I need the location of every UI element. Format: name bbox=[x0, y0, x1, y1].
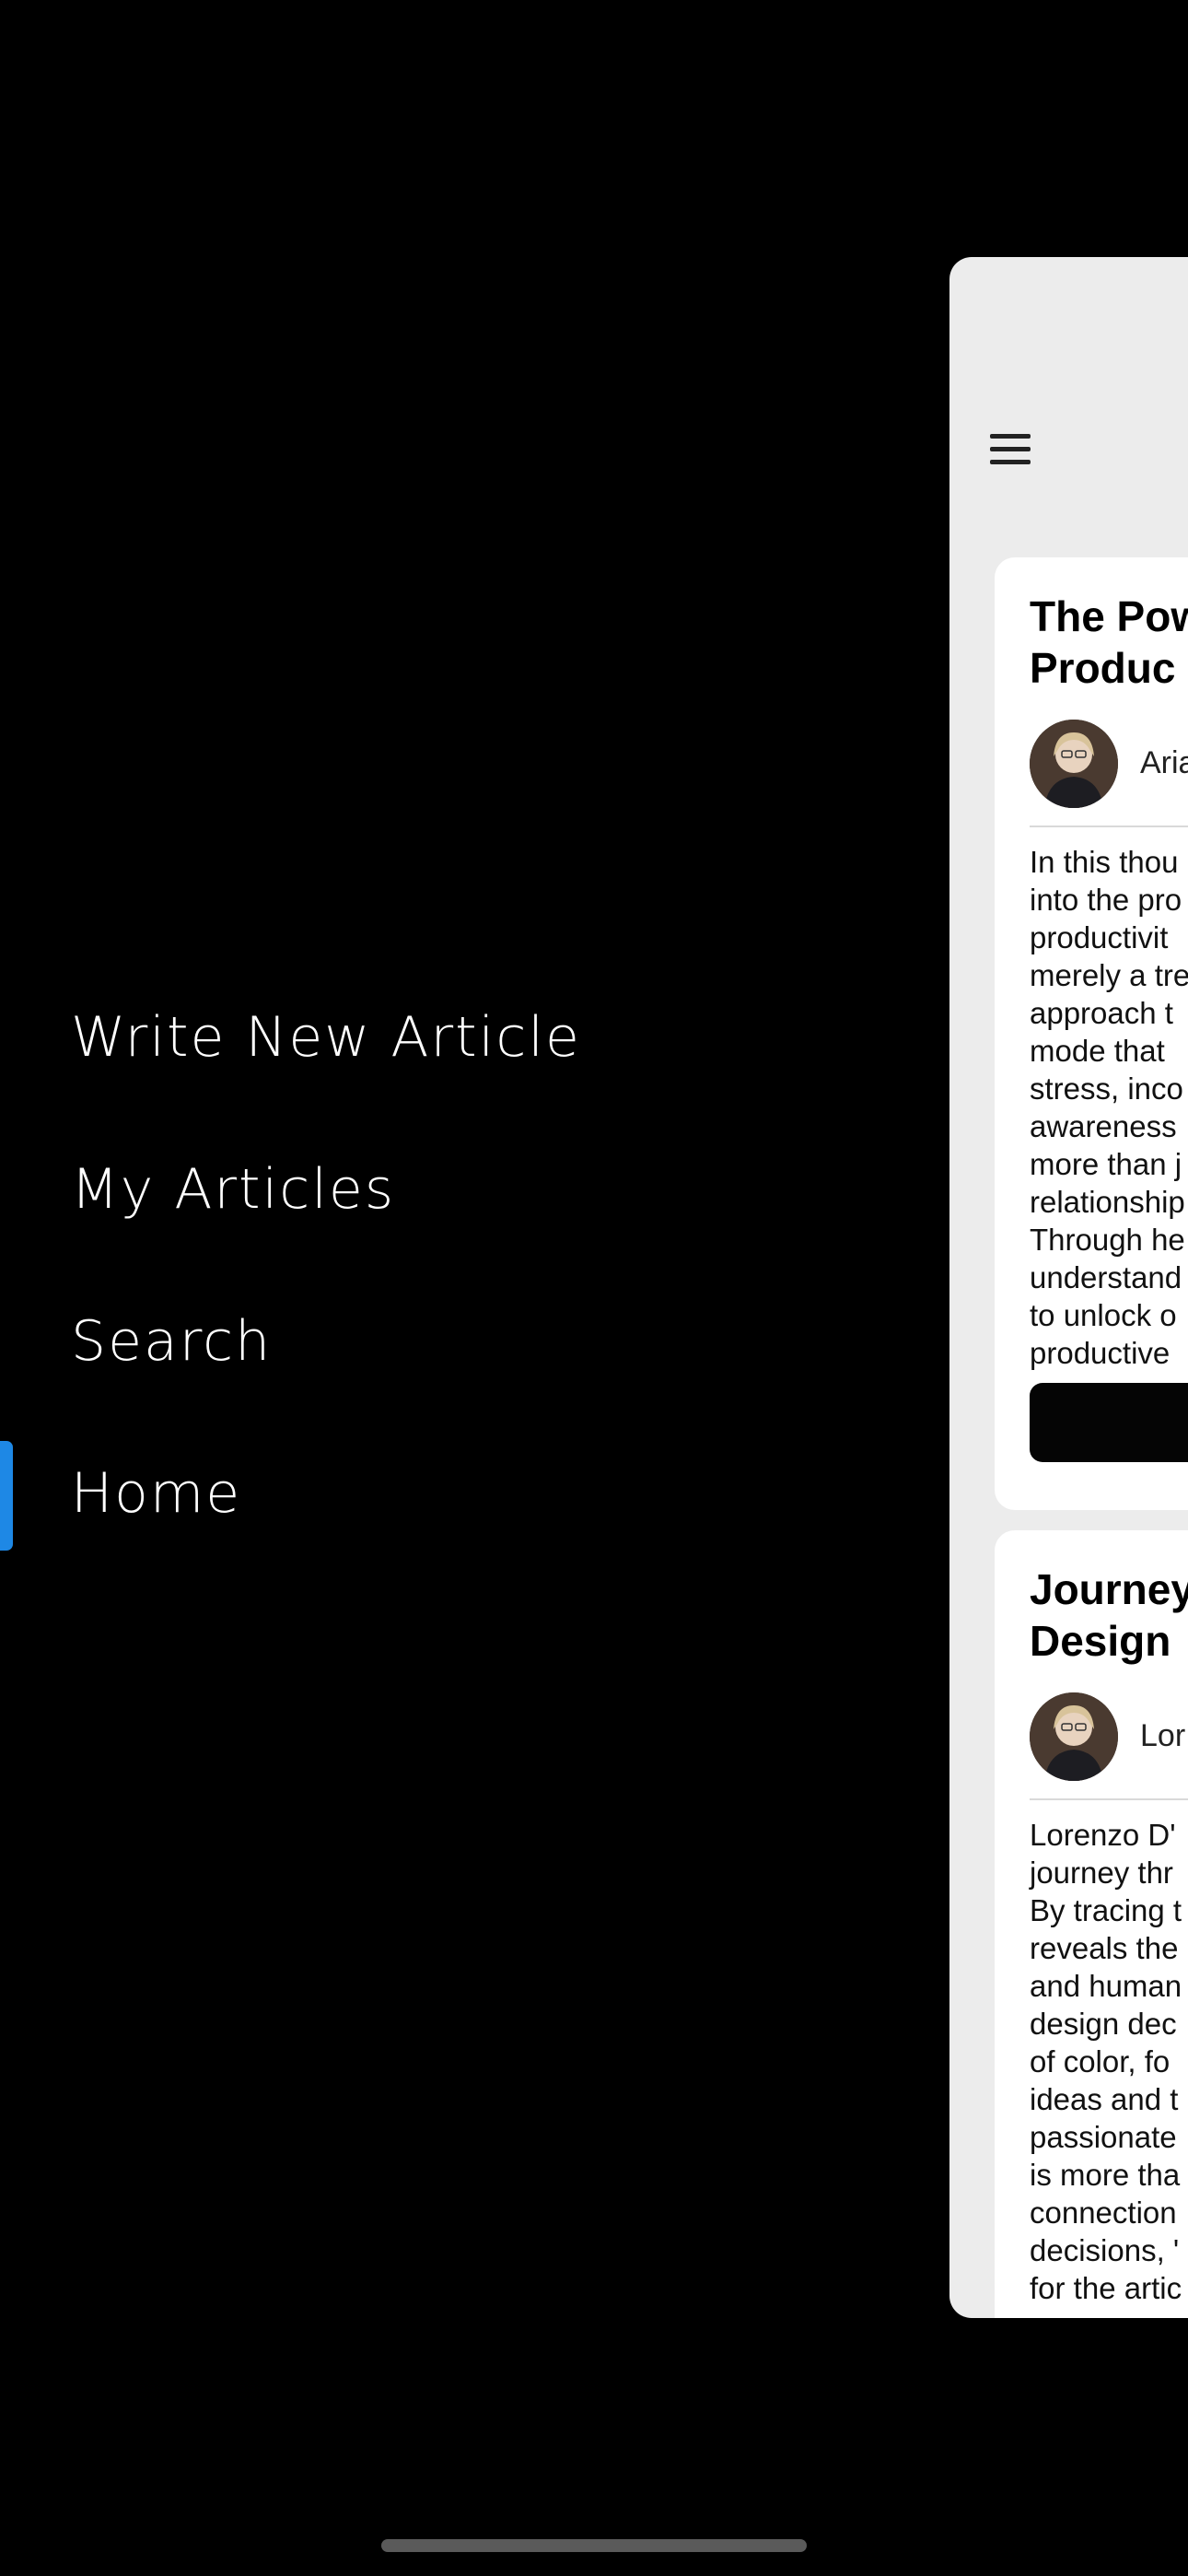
article-title: Journey Design bbox=[1030, 1565, 1188, 1665]
article-card[interactable]: The Pow Produc Aria In this thou into th… bbox=[995, 557, 1188, 1510]
home-indicator-bar[interactable] bbox=[381, 2539, 807, 2552]
article-card[interactable]: Journey Design Lor Lorenzo D' journey th… bbox=[995, 1530, 1188, 2318]
card-divider bbox=[1030, 825, 1188, 827]
active-menu-indicator bbox=[0, 1441, 13, 1551]
menu-item-write-new-article[interactable]: Write New Article bbox=[71, 1010, 581, 1065]
article-excerpt: In this thou into the pro productivit me… bbox=[1030, 845, 1188, 1370]
menu-item-search[interactable]: Search bbox=[71, 1314, 272, 1369]
article-excerpt: Lorenzo D' journey thr By tracing t reve… bbox=[1030, 1818, 1182, 2305]
main-content-panel[interactable]: The Pow Produc Aria In this thou into th… bbox=[949, 257, 1188, 2318]
author-avatar bbox=[1030, 720, 1118, 808]
author-name: Lor bbox=[1140, 1718, 1186, 1753]
menu-item-my-articles[interactable]: My Articles bbox=[71, 1162, 395, 1217]
card-divider bbox=[1030, 1798, 1188, 1800]
hamburger-menu-icon[interactable] bbox=[990, 434, 1031, 465]
author-avatar bbox=[1030, 1692, 1118, 1781]
article-title: The Pow Produc bbox=[1030, 592, 1188, 692]
author-name: Aria bbox=[1140, 745, 1188, 780]
read-article-button[interactable] bbox=[1030, 1383, 1188, 1462]
app-screen: Write New Article My Articles Search Hom… bbox=[0, 0, 1188, 2576]
menu-item-home[interactable]: Home bbox=[71, 1466, 241, 1521]
